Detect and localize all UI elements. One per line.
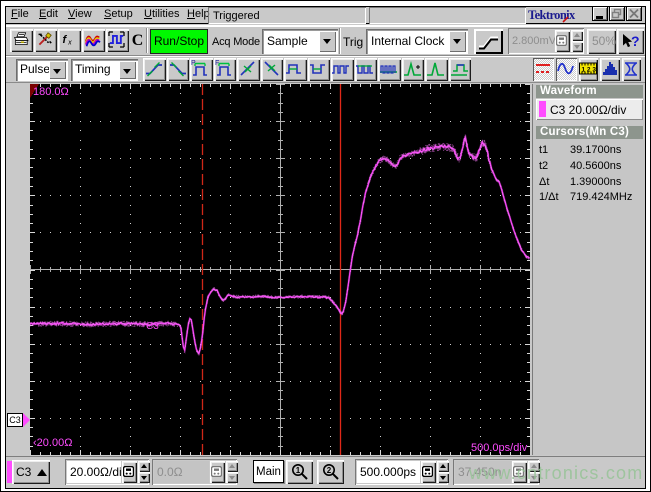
svg-text:2: 2 [327, 466, 332, 475]
svg-text:C3: C3 [146, 321, 159, 332]
svg-text:x: x [67, 39, 72, 47]
svg-text:1: 1 [296, 466, 301, 475]
svg-text:f: f [63, 34, 68, 46]
svg-text:?: ? [631, 33, 640, 49]
svg-text:‹20.00Ω: ‹20.00Ω [33, 437, 72, 449]
svg-text:500.0ps/div: 500.0ps/div [471, 442, 528, 454]
svg-text:1 2 3: 1 2 3 [582, 67, 597, 74]
svg-text:180.0Ω: 180.0Ω [33, 86, 69, 98]
